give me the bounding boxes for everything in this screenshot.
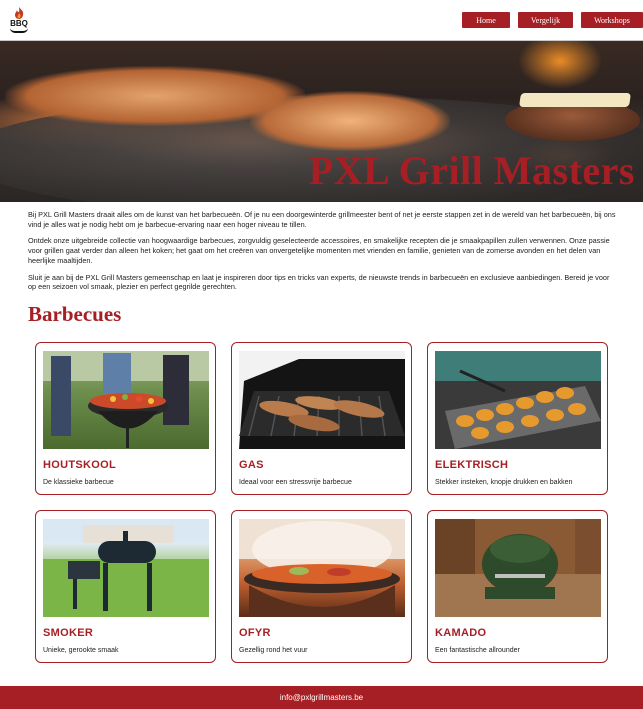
- card-ofyr[interactable]: OFYR Gezellig rond het vuur: [231, 510, 412, 663]
- footer: info@pxlgrillmasters.be: [0, 686, 643, 709]
- hero-title: PXL Grill Masters: [308, 148, 635, 193]
- card-title: KAMADO: [435, 627, 487, 639]
- nav-vergelijk-button[interactable]: Vergelijk: [518, 12, 573, 28]
- nav-workshops-button[interactable]: Workshops: [581, 12, 643, 28]
- card-title: GAS: [239, 459, 264, 471]
- kamado-image: [435, 519, 601, 617]
- card-description: Gezellig rond het vuur: [239, 647, 308, 654]
- hero-banner: PXL Grill Masters: [0, 40, 643, 202]
- card-description: Unieke, gerookte smaak: [43, 647, 119, 654]
- hero-cheese: [519, 93, 631, 107]
- houtskool-image: [43, 351, 209, 449]
- intro-paragraph-1: Bij PXL Grill Masters draait alles om de…: [28, 210, 616, 229]
- card-description: De klassieke barbecue: [43, 479, 114, 486]
- intro-paragraph-2: Ontdek onze uitgebreide collectie van ho…: [28, 236, 610, 265]
- ofyr-image: [239, 519, 405, 617]
- card-houtskool[interactable]: HOUTSKOOL De klassieke barbecue: [35, 342, 216, 495]
- intro-text: Bij PXL Grill Masters draait alles om de…: [28, 210, 618, 299]
- bbq-logo[interactable]: BBQ: [7, 7, 31, 33]
- smoker-image: [43, 519, 209, 617]
- logo-text: BBQ: [10, 19, 28, 28]
- logo-grill-shape: [10, 28, 28, 33]
- top-navigation-bar: BBQ Home Vergelijk Workshops: [0, 0, 643, 40]
- card-description: Een fantastische allrounder: [435, 647, 520, 654]
- footer-email-link[interactable]: info@pxlgrillmasters.be: [280, 693, 363, 702]
- card-description: Stekker insteken, knopje drukken en bakk…: [435, 479, 573, 486]
- card-title: OFYR: [239, 627, 271, 639]
- gas-image: [239, 351, 405, 449]
- nav-home-button[interactable]: Home: [462, 12, 510, 28]
- card-description: Ideaal voor een stressvrije barbecue: [239, 479, 352, 486]
- section-title-barbecues: Barbecues: [28, 302, 122, 326]
- hero-skewers-center: [250, 91, 450, 151]
- card-elektrisch[interactable]: ELEKTRISCH Stekker insteken, knopje druk…: [427, 342, 608, 495]
- main-nav: Home Vergelijk Workshops: [462, 12, 643, 28]
- card-title: ELEKTRISCH: [435, 459, 509, 471]
- card-title: HOUTSKOOL: [43, 459, 116, 471]
- card-gas[interactable]: GAS Ideaal voor een stressvrije barbecue: [231, 342, 412, 495]
- elektrisch-image: [435, 351, 601, 449]
- card-title: SMOKER: [43, 627, 94, 639]
- card-kamado[interactable]: KAMADO Een fantastische allrounder: [427, 510, 608, 663]
- intro-paragraph-3: Sluit je aan bij de PXL Grill Masters ge…: [28, 272, 610, 292]
- card-smoker[interactable]: SMOKER Unieke, gerookte smaak: [35, 510, 216, 663]
